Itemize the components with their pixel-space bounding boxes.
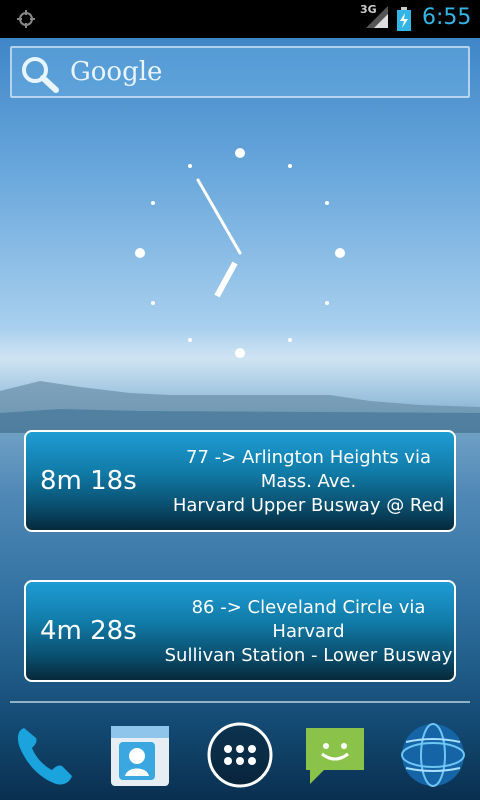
transit-stop: Harvard Upper Busway @ Red [172,495,445,516]
transit-eta: 8m 18s [40,466,137,496]
transit-route-line: 77 -> Arlington Heights via [186,447,431,468]
transit-eta: 4m 28s [40,616,137,646]
transit-info: 77 -> Arlington Heights via Mass. Ave. H… [161,446,456,518]
dock [0,710,480,800]
contacts-icon[interactable] [105,720,175,790]
analog-clock-icon[interactable] [120,133,360,373]
gps-icon [17,10,35,28]
battery-charging-icon [397,7,411,31]
signal-icon [366,6,388,28]
dock-divider [10,701,470,703]
transit-stop: Sullivan Station - Lower Busway [164,645,453,666]
google-search-bar[interactable]: Google [10,46,470,98]
transit-route-line: Mass. Ave. [260,471,357,492]
wallpaper-mountain [0,381,480,433]
transit-card-1[interactable]: 8m 18s 77 -> Arlington Heights via Mass.… [24,430,456,532]
messaging-icon[interactable] [300,720,370,790]
search-label: Google [70,57,163,87]
search-icon [22,57,59,93]
browser-icon[interactable] [398,720,468,790]
transit-info: 86 -> Cleveland Circle via Harvard Sulli… [161,596,456,668]
transit-card-2[interactable]: 4m 28s 86 -> Cleveland Circle via Harvar… [24,580,456,682]
status-time: 6:55 [422,5,472,30]
app-drawer-icon[interactable] [205,720,275,790]
phone-icon[interactable] [10,720,80,790]
transit-route-line: 86 -> Cleveland Circle via [191,597,426,618]
status-bar[interactable]: 3G 6:55 [0,0,480,38]
transit-route-line: Harvard [272,621,345,642]
